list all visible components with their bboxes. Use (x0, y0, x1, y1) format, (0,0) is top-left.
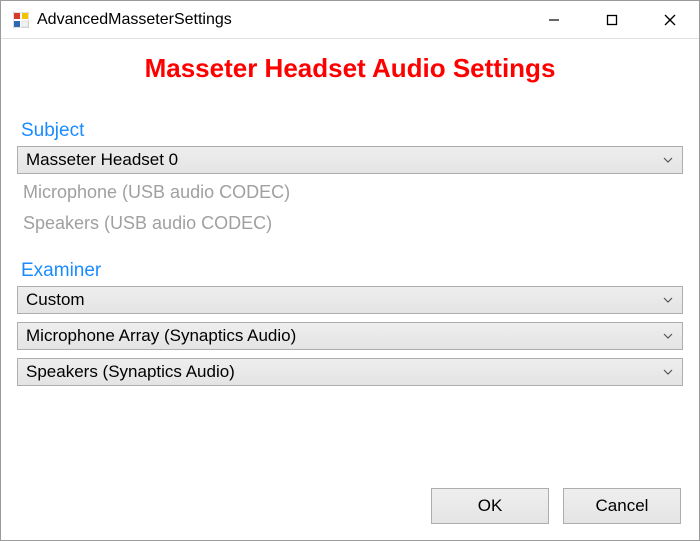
chevron-down-icon (660, 287, 676, 313)
subject-speakers-label: Speakers (USB audio CODEC) (23, 213, 683, 234)
examiner-speakers-select[interactable]: Speakers (Synaptics Audio) (17, 358, 683, 386)
window-controls (525, 1, 699, 38)
minimize-button[interactable] (525, 1, 583, 38)
maximize-button[interactable] (583, 1, 641, 38)
subject-device-value: Masseter Headset 0 (26, 150, 660, 170)
dialog-footer: OK Cancel (1, 474, 699, 540)
subject-device-select[interactable]: Masseter Headset 0 (17, 146, 683, 174)
examiner-microphone-select[interactable]: Microphone Array (Synaptics Audio) (17, 322, 683, 350)
content-area: Subject Masseter Headset 0 Microphone (U… (1, 102, 699, 474)
app-icon (13, 12, 29, 28)
chevron-down-icon (660, 323, 676, 349)
examiner-device-value: Custom (26, 290, 660, 310)
window-title: AdvancedMasseterSettings (37, 11, 525, 29)
ok-button[interactable]: OK (431, 488, 549, 524)
chevron-down-icon (660, 359, 676, 385)
examiner-device-select[interactable]: Custom (17, 286, 683, 314)
title-bar: AdvancedMasseterSettings (1, 1, 699, 39)
window-frame: AdvancedMasseterSettings Masseter Headse… (0, 0, 700, 541)
examiner-section-label: Examiner (21, 260, 683, 282)
chevron-down-icon (660, 147, 676, 173)
ok-button-label: OK (478, 496, 503, 516)
close-button[interactable] (641, 1, 699, 38)
subject-microphone-label: Microphone (USB audio CODEC) (23, 182, 683, 203)
page-title: Masseter Headset Audio Settings (1, 53, 699, 84)
subject-section-label: Subject (21, 120, 683, 142)
cancel-button[interactable]: Cancel (563, 488, 681, 524)
examiner-speakers-value: Speakers (Synaptics Audio) (26, 362, 660, 382)
examiner-microphone-value: Microphone Array (Synaptics Audio) (26, 326, 660, 346)
cancel-button-label: Cancel (596, 496, 649, 516)
